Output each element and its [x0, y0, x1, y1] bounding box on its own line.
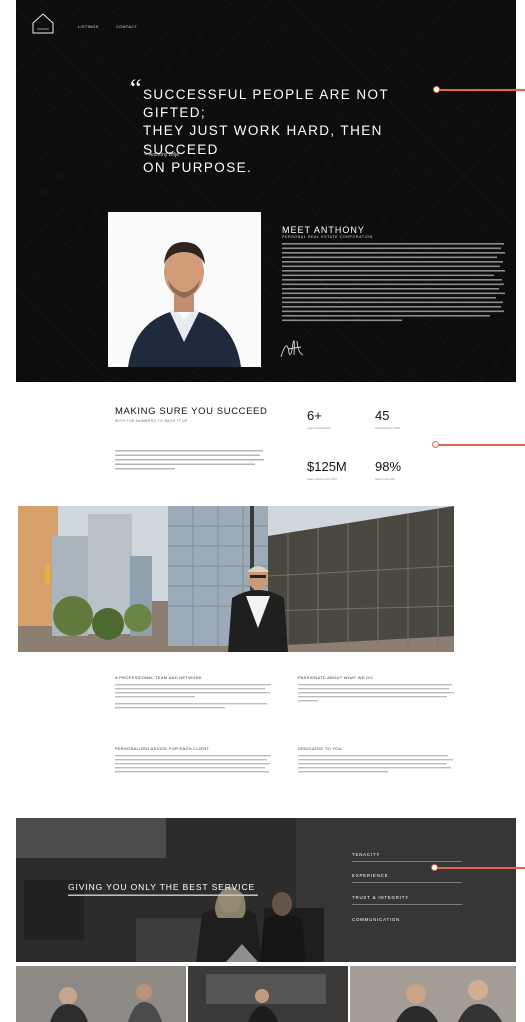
stat-label: Years of Experience [307, 427, 331, 430]
service-divider [352, 861, 462, 862]
feature-body-text [115, 684, 273, 716]
service-item-experience[interactable]: EXPERIENCE [352, 873, 388, 878]
feature-body-text [115, 755, 273, 787]
service-item-trust-integrity[interactable]: TRUST & INTEGRITY [352, 895, 409, 900]
meet-subtitle: PERSONAL REAL ESTATE CORPORATION [282, 235, 373, 239]
stats-body-text [115, 450, 265, 473]
quote-line: ON PURPOSE. [143, 159, 253, 175]
stat-value: 6+ [307, 408, 322, 423]
meet-title: MEET ANTHONY [282, 225, 365, 235]
annotation-marker [432, 441, 439, 448]
quote-line: SUCCESSFUL PEOPLE ARE NOT GIFTED; [143, 87, 389, 121]
team-photo-strip [16, 966, 516, 1022]
stat-value: 45 [375, 408, 390, 423]
feature-body-text [298, 684, 456, 716]
annotation-line [438, 867, 525, 869]
service-title: GIVING YOU ONLY THE BEST SERVICE [68, 882, 256, 892]
service-item-tenacity[interactable]: TENACITY [352, 852, 380, 857]
house-logo-icon[interactable] [30, 10, 56, 36]
hero-section: LISTINGS CONTACT “ SUCCESSFUL PEOPLE ARE… [16, 0, 516, 382]
annotation-marker [431, 864, 438, 871]
page-frame: LISTINGS CONTACT “ SUCCESSFUL PEOPLE ARE… [16, 0, 516, 1022]
service-divider [352, 882, 462, 883]
nav-listings-link[interactable]: LISTINGS [78, 24, 99, 29]
stats-title: MAKING SURE YOU SUCCEED [115, 406, 268, 417]
feature-body-text [298, 755, 456, 787]
stat-label: Transactions in 2019 [375, 427, 400, 430]
feature-heading: DEDICATED TO YOU [298, 746, 342, 751]
service-item-communication[interactable]: COMMUNICATION [352, 917, 400, 922]
meet-body-text [282, 243, 507, 329]
agent-portrait-photo [108, 212, 261, 367]
stat-label: Sales volume since 2019 [307, 478, 337, 481]
quote-line: THEY JUST WORK HARD, THEN SUCCEED [143, 123, 383, 157]
hero-quote: SUCCESSFUL PEOPLE ARE NOT GIFTED; THEY J… [143, 86, 443, 177]
quote-author: —Anthony Drlje [144, 152, 180, 158]
nav-contact-link[interactable]: CONTACT [116, 24, 137, 29]
annotation-line [440, 89, 525, 91]
city-street-photo [18, 506, 454, 652]
feature-heading: A PROFESSIONAL TEAM AND NETWORK [115, 675, 202, 680]
stats-subtitle: WITH THE NUMBERS TO BACK IT UP [115, 419, 188, 423]
feature-heading: PERSONALIZED ADVICE FOR EACH CLIENT [115, 746, 210, 751]
signature-image [280, 340, 304, 358]
stat-label: Sales to list ratio [375, 478, 395, 481]
stat-value: $125M [307, 459, 347, 474]
stat-value: 98% [375, 459, 402, 474]
feature-heading: PASSIONATE ABOUT WHAT WE DO [298, 675, 373, 680]
service-subtitle-text [68, 894, 268, 898]
annotation-marker [433, 86, 440, 93]
annotation-line [439, 444, 525, 446]
quote-mark-icon: “ [130, 74, 142, 103]
service-divider [352, 904, 462, 905]
